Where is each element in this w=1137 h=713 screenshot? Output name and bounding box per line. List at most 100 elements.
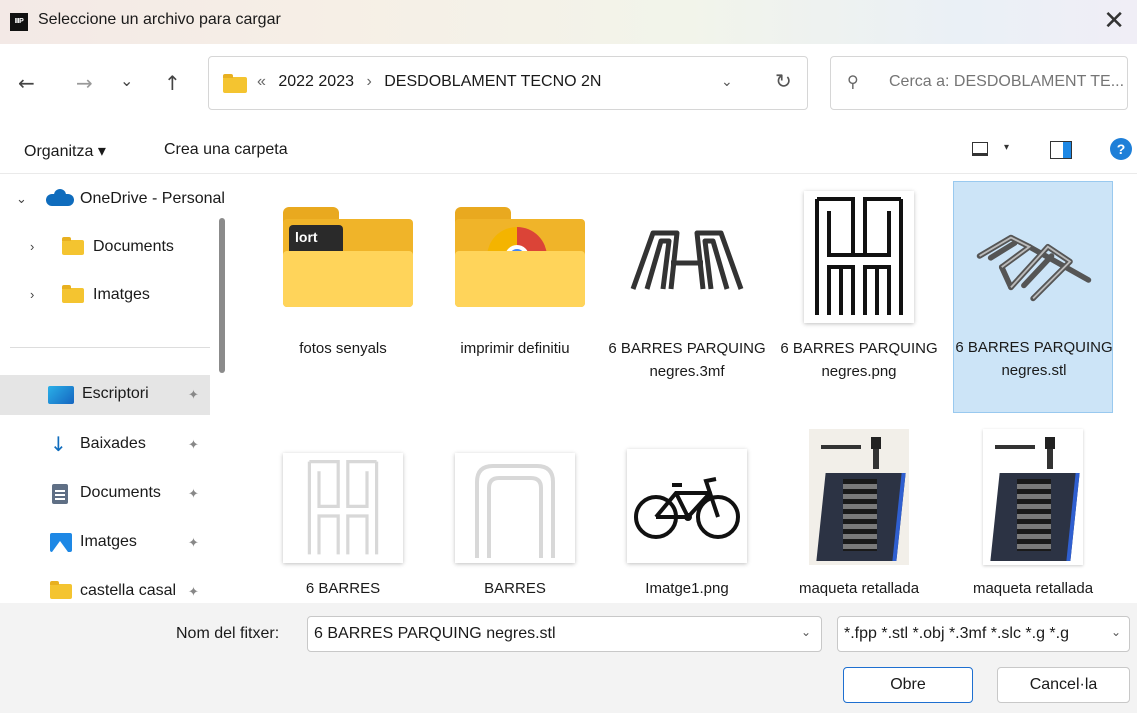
expand-chevron-icon[interactable]: ›: [30, 287, 34, 302]
sidebar-item-castella-casal[interactable]: castella casal ✦: [0, 572, 210, 603]
file-name: maqueta retallada: [972, 580, 1094, 597]
filename-label: Nom del fitxer:: [176, 625, 280, 642]
help-icon[interactable]: ?: [1110, 138, 1132, 160]
file-tile-fotos-senyals[interactable]: lort fotos senyals: [263, 183, 423, 415]
expand-chevron-icon[interactable]: ⌄: [16, 191, 27, 207]
view-options-caret-icon[interactable]: ▾: [1004, 142, 1009, 153]
navigation-pane: ⌄ OneDrive - Personal › Documents › Imat…: [0, 175, 236, 603]
sidebar-item-imatges[interactable]: › Imatges: [0, 276, 210, 316]
file-type-filter-select[interactable]: *.fpp *.stl *.obj *.3mf *.slc *.g *.g ⌄: [837, 616, 1130, 652]
up-arrow-icon[interactable]: ↑: [164, 72, 181, 94]
image-preview: [627, 449, 747, 563]
breadcrumb-item-desdoblament[interactable]: DESDOBLAMENT TECNO 2N: [384, 73, 601, 90]
open-button[interactable]: Obre: [843, 667, 973, 703]
dialog-footer: Nom del fitxer: ⌄ *.fpp *.stl *.obj *.3m…: [0, 603, 1137, 713]
pictures-icon: [50, 533, 72, 552]
recent-locations-chevron-icon[interactable]: ⌄: [120, 70, 133, 92]
pin-icon: ✦: [188, 437, 199, 452]
close-icon[interactable]: ✕: [1103, 6, 1125, 36]
organize-menu-button[interactable]: Organitza ▾: [24, 141, 106, 161]
folder-icon: [223, 74, 247, 93]
3d-model-thumbnail: [627, 187, 747, 327]
address-bar[interactable]: « 2022 2023 › DESDOBLAMENT TECNO 2N ⌄ ↻: [208, 56, 808, 110]
sidebar-item-label: Escriptori: [82, 385, 149, 402]
file-tile-stl-selected[interactable]: 6 BARRES PARQUING negres.stl: [953, 181, 1113, 413]
file-tile-maqueta-retallada-1[interactable]: maqueta retallada: [779, 423, 939, 603]
file-tile-imprimir-definitiu[interactable]: imprimir definitiu: [435, 183, 595, 415]
back-arrow-icon[interactable]: ←: [18, 72, 35, 94]
folder-icon: [62, 237, 84, 255]
file-grid: lort fotos senyals imprimir definitiu 6 …: [236, 175, 1137, 603]
sidebar-item-documents[interactable]: › Documents: [0, 228, 210, 268]
preview-pane-icon[interactable]: [1050, 141, 1072, 159]
title-bar: IIIP Seleccione un archivo para cargar ✕: [0, 0, 1137, 44]
address-dropdown-chevron-icon[interactable]: ⌄: [721, 73, 733, 90]
pin-icon: ✦: [188, 584, 199, 599]
breadcrumb-item-2022-2023[interactable]: 2022 2023: [278, 73, 354, 90]
window-title: Seleccione un archivo para cargar: [38, 11, 281, 28]
file-type-filter-value: *.fpp *.stl *.obj *.3mf *.slc *.g *.g: [844, 625, 1069, 642]
sidebar-item-escriptori[interactable]: Escriptori ✦: [0, 375, 210, 415]
breadcrumb: « 2022 2023 › DESDOBLAMENT TECNO 2N: [257, 73, 601, 91]
search-input[interactable]: [889, 73, 1125, 91]
sidebar-item-label: OneDrive - Personal: [80, 190, 225, 207]
command-bar: Organitza ▾ Crea una carpeta ▾ ?: [0, 122, 1137, 174]
parking-arch-image: [475, 464, 555, 558]
sidebar-item-imatges-pinned[interactable]: Imatges ✦: [0, 523, 210, 563]
filename-input[interactable]: [314, 625, 794, 643]
parking-bars-image: [815, 197, 903, 315]
file-name: maqueta retallada: [798, 580, 920, 597]
breadcrumb-overflow[interactable]: «: [257, 73, 266, 90]
chevron-down-icon[interactable]: ⌄: [801, 625, 811, 639]
onedrive-cloud-icon: [46, 189, 74, 206]
new-folder-button[interactable]: Crea una carpeta: [164, 141, 288, 159]
sidebar-item-label: Imatges: [80, 533, 137, 550]
search-icon: ⚲: [847, 72, 859, 91]
file-tile-imatge1[interactable]: Imatge1.png: [607, 423, 767, 603]
file-tile-png[interactable]: 6 BARRES PARQUING negres.png: [779, 183, 939, 415]
pin-icon: ✦: [188, 535, 199, 550]
sidebar-item-onedrive[interactable]: ⌄ OneDrive - Personal: [0, 180, 225, 220]
sidebar-item-label: Imatges: [93, 286, 150, 303]
parking-bars-3d-icon: [630, 230, 744, 290]
3d-model-thumbnail: [974, 186, 1094, 326]
file-name: 6 BARRES PARQUING negres.3mf: [608, 340, 766, 380]
sidebar-scrollbar[interactable]: [219, 218, 225, 373]
file-name: 6 BARRES PARQUING.png: [305, 580, 381, 597]
forward-arrow-icon[interactable]: →: [76, 72, 93, 94]
app-icon: IIIP: [10, 13, 28, 31]
download-icon: ↓: [50, 432, 67, 456]
sidebar-item-label: Baixades: [80, 435, 146, 452]
file-name: Imatge1.png: [645, 580, 729, 597]
pin-icon: ✦: [188, 387, 199, 402]
folder-icon: [62, 285, 84, 303]
view-options-icon[interactable]: [972, 142, 988, 156]
sidebar-item-label: Documents: [93, 238, 174, 255]
expand-chevron-icon[interactable]: ›: [30, 239, 34, 254]
sidebar-divider: [10, 347, 210, 348]
bicycle-image: [634, 477, 740, 539]
pin-icon: ✦: [188, 486, 199, 501]
cancel-button[interactable]: Cancel·la: [997, 667, 1130, 703]
sidebar-item-baixades[interactable]: ↓ Baixades ✦: [0, 425, 210, 465]
file-tile-barres-png[interactable]: 6 BARRES PARQUING.png: [263, 423, 423, 603]
image-thumbnail: [455, 427, 575, 567]
file-name: imprimir definitiu: [460, 340, 570, 357]
document-icon: [52, 484, 68, 504]
file-name: BARRES PARQUINGI.png: [484, 580, 546, 597]
breadcrumb-separator: ›: [366, 73, 372, 90]
folder-thumbnail: lort: [283, 187, 413, 327]
sidebar-item-label: castella casal: [80, 582, 177, 599]
filename-combobox[interactable]: ⌄: [307, 616, 822, 652]
sidebar-item-documents-pinned[interactable]: Documents ✦: [0, 474, 210, 514]
file-tile-3mf[interactable]: 6 BARRES PARQUING negres.3mf: [607, 183, 767, 415]
chevron-down-icon[interactable]: ⌄: [1106, 625, 1121, 639]
image-thumbnail: [627, 427, 747, 567]
sidebar-item-label: Documents: [80, 484, 161, 501]
file-tile-barres-parquingi-png[interactable]: BARRES PARQUINGI.png: [435, 423, 595, 603]
file-tile-maqueta-retallada-2[interactable]: maqueta retallada: [953, 423, 1113, 603]
image-preview: [283, 453, 403, 563]
parking-bars-faint-image: [307, 460, 379, 555]
folder-icon: [50, 581, 72, 599]
refresh-icon[interactable]: ↻: [775, 69, 792, 93]
